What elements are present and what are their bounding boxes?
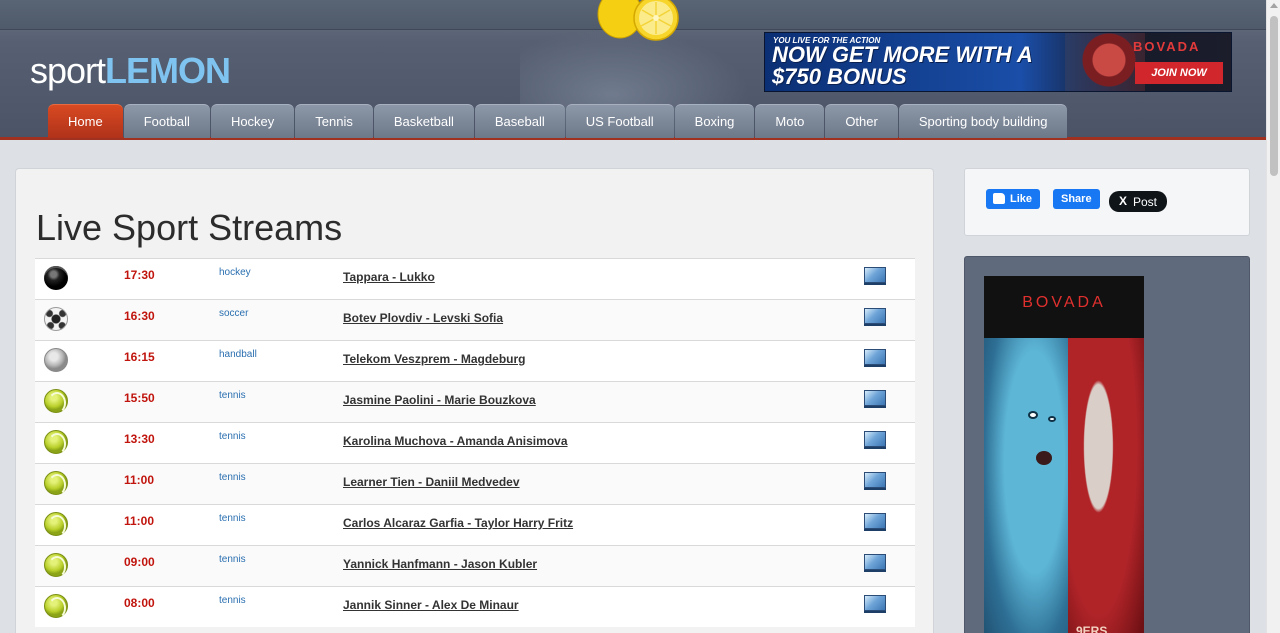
nav-tab-us-football[interactable]: US Football (565, 104, 674, 138)
ad-jersey-text: 9ERS (1076, 624, 1108, 633)
event-time: 16:15 (124, 350, 155, 364)
event-row: 13:30 tennis Karolina Muchova - Amanda A… (35, 422, 915, 463)
event-row: 16:15 handball Telekom Veszprem - Magdeb… (35, 340, 915, 381)
nav-tab-body-building[interactable]: Sporting body building (898, 104, 1068, 138)
nav-tab-home[interactable]: Home (48, 104, 123, 138)
nav-tab-hockey[interactable]: Hockey (210, 104, 295, 138)
facebook-share-button[interactable]: Share (1053, 189, 1100, 209)
event-time: 09:00 (124, 555, 155, 569)
banner-brand: BOVADA (1133, 39, 1201, 54)
nav-tab-basketball[interactable]: Basketball (373, 104, 474, 138)
page-title: Live Sport Streams (36, 207, 343, 248)
tv-stream-icon[interactable] (864, 513, 886, 529)
event-time: 13:30 (124, 432, 155, 446)
ad-eye-shape (1028, 411, 1038, 419)
site-logo[interactable]: sportLEMON (30, 50, 231, 92)
facebook-like-label: Like (1010, 193, 1033, 205)
hockey-puck-icon (44, 266, 68, 290)
event-time: 08:00 (124, 596, 155, 610)
event-name-link[interactable]: Carlos Alcaraz Garfia - Taylor Harry Fri… (343, 516, 573, 530)
header-ad-banner[interactable]: YOU LIVE FOR THE ACTION NOW GET MORE WIT… (764, 32, 1232, 92)
scrollbar-thumb[interactable] (1270, 16, 1278, 176)
tennis-ball-icon (44, 430, 68, 455)
social-share-box: Like Share X Post (964, 168, 1250, 236)
event-sport-link[interactable]: soccer (219, 308, 248, 319)
event-time: 11:00 (124, 514, 155, 528)
nav-tab-other[interactable]: Other (825, 104, 898, 138)
event-name-link[interactable]: Karolina Muchova - Amanda Anisimova (343, 434, 568, 448)
lemon-icon (597, 0, 679, 41)
events-list: 17:30 hockey Tappara - Lukko 16:30 socce… (35, 258, 915, 627)
logo-prefix: sport (30, 50, 106, 91)
event-sport-link[interactable]: handball (219, 349, 257, 360)
event-name-link[interactable]: Learner Tien - Daniil Medvedev (343, 475, 520, 489)
page-scrollbar[interactable] (1266, 0, 1280, 633)
tv-stream-icon[interactable] (864, 390, 886, 406)
event-row: 17:30 hockey Tappara - Lukko (35, 258, 915, 299)
event-row: 11:00 tennis Carlos Alcaraz Garfia - Tay… (35, 504, 915, 545)
thumbs-up-icon (993, 193, 1005, 204)
tv-stream-icon[interactable] (864, 595, 886, 611)
nav-tab-tennis[interactable]: Tennis (295, 104, 373, 138)
event-sport-link[interactable]: tennis (219, 554, 246, 565)
event-row: 11:00 tennis Learner Tien - Daniil Medve… (35, 463, 915, 504)
tennis-ball-icon (44, 512, 68, 537)
banner-join-button[interactable]: JOIN NOW (1135, 62, 1223, 84)
tennis-ball-icon (44, 389, 68, 414)
event-row: 15:50 tennis Jasmine Paolini - Marie Bou… (35, 381, 915, 422)
event-name-link[interactable]: Tappara - Lukko (343, 270, 435, 284)
nav-tab-boxing[interactable]: Boxing (674, 104, 755, 138)
nav-tab-moto[interactable]: Moto (755, 104, 825, 138)
event-row: 09:00 tennis Yannick Hanfmann - Jason Ku… (35, 545, 915, 586)
tv-stream-icon[interactable] (864, 267, 886, 283)
event-sport-link[interactable]: tennis (219, 513, 246, 524)
ad-brand: BOVADA (1022, 294, 1106, 311)
event-time: 11:00 (124, 473, 155, 487)
x-post-button[interactable]: X Post (1109, 191, 1168, 212)
main-panel: Live Sport Streams 17:30 hockey Tappara … (15, 168, 934, 633)
logo-accent: LEMON (105, 50, 231, 91)
sidebar-ad-banner[interactable]: BOVADA 9ERS (984, 276, 1144, 633)
event-name-link[interactable]: Jannik Sinner - Alex De Minaur (343, 598, 519, 612)
event-name-link[interactable]: Telekom Veszprem - Magdeburg (343, 352, 526, 366)
soccer-ball-icon (44, 307, 68, 331)
event-sport-link[interactable]: tennis (219, 431, 246, 442)
ad-eye-shape (1048, 416, 1056, 422)
main-nav: Home Football Hockey Tennis Basketball B… (48, 104, 1068, 138)
ad-fan-image (984, 338, 1068, 633)
handball-icon (44, 348, 68, 372)
x-logo-icon: X (1119, 194, 1128, 208)
banner-headline: NOW GET MORE WITH A $750 BONUS (772, 42, 1032, 89)
event-time: 16:30 (124, 309, 155, 323)
event-row: 16:30 soccer Botev Plovdiv - Levski Sofi… (35, 299, 915, 340)
event-sport-link[interactable]: tennis (219, 595, 246, 606)
tennis-ball-icon (44, 471, 68, 496)
scroll-up-arrow-icon[interactable] (1270, 3, 1278, 8)
tv-stream-icon[interactable] (864, 308, 886, 324)
tennis-ball-icon (44, 594, 68, 619)
event-time: 17:30 (124, 268, 155, 282)
facebook-like-button[interactable]: Like (986, 189, 1041, 209)
sidebar-ad-box: BOVADA 9ERS (964, 256, 1250, 633)
tv-stream-icon[interactable] (864, 431, 886, 447)
tv-stream-icon[interactable] (864, 472, 886, 488)
event-row: 08:00 tennis Jannik Sinner - Alex De Min… (35, 586, 915, 627)
event-sport-link[interactable]: tennis (219, 390, 246, 401)
tennis-ball-icon (44, 553, 68, 578)
event-name-link[interactable]: Yannick Hanfmann - Jason Kubler (343, 557, 537, 571)
event-sport-link[interactable]: hockey (219, 267, 251, 278)
tv-stream-icon[interactable] (864, 349, 886, 365)
ad-player-image (1068, 338, 1144, 633)
tv-stream-icon[interactable] (864, 554, 886, 570)
event-time: 15:50 (124, 391, 155, 405)
nav-tab-football[interactable]: Football (123, 104, 210, 138)
nav-tab-baseball[interactable]: Baseball (474, 104, 565, 138)
event-name-link[interactable]: Botev Plovdiv - Levski Sofia (343, 311, 503, 325)
x-post-label: Post (1133, 194, 1158, 209)
event-name-link[interactable]: Jasmine Paolini - Marie Bouzkova (343, 393, 536, 407)
event-sport-link[interactable]: tennis (219, 472, 246, 483)
ad-mouth-shape (1036, 451, 1052, 465)
